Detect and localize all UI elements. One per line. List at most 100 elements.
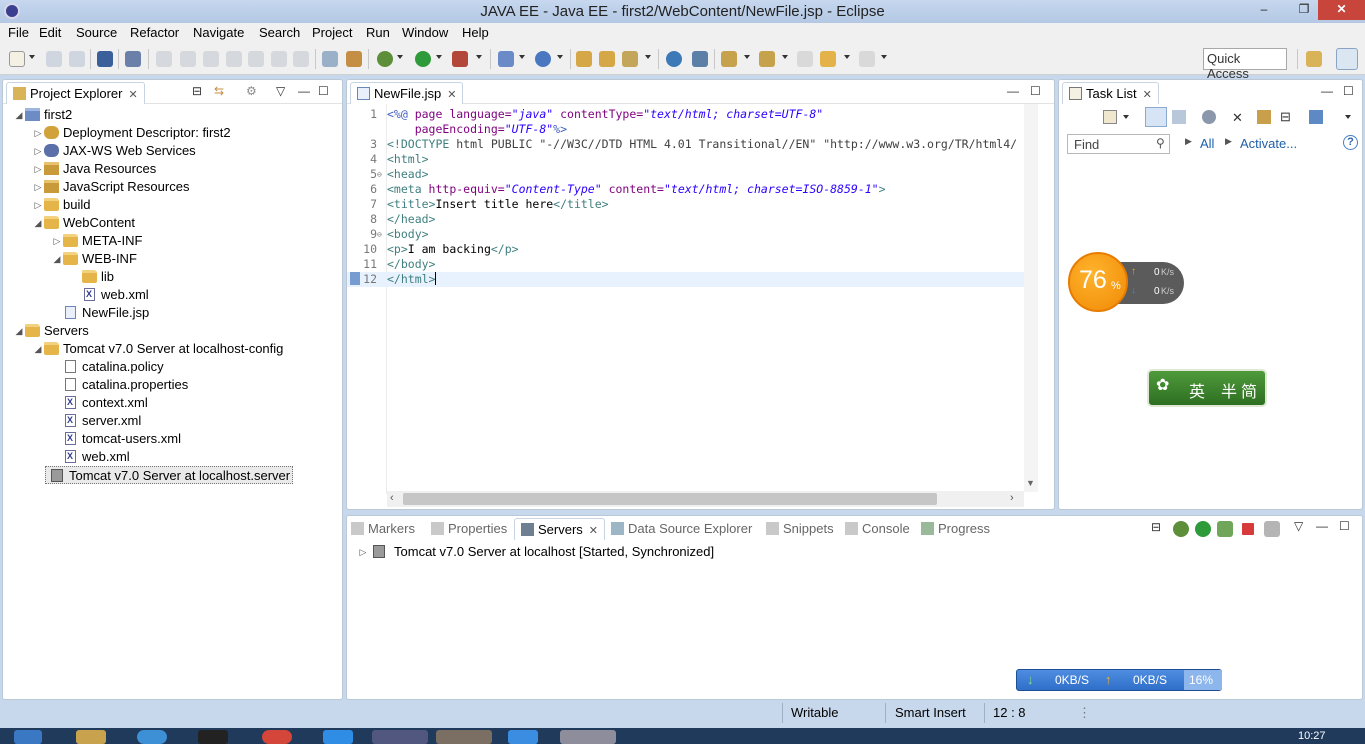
step-return-icon[interactable] xyxy=(293,51,309,67)
help-icon[interactable]: ? xyxy=(1343,135,1358,150)
tree-item[interactable]: ◢ Tomcat v7.0 Server at localhost-config xyxy=(32,340,284,358)
new-task-dropdown-icon[interactable] xyxy=(1123,115,1129,119)
debug-dropdown-icon[interactable] xyxy=(397,55,403,59)
step-over-icon[interactable] xyxy=(271,51,287,67)
code-line[interactable]: 1 <%@ page language="java" contentType="t… xyxy=(347,107,1027,122)
all-link[interactable]: All xyxy=(1200,136,1214,151)
run-external-tools-icon[interactable] xyxy=(452,51,468,67)
quick-access-input[interactable]: Quick Access xyxy=(1203,48,1287,81)
profile-server-icon[interactable] xyxy=(1217,521,1233,537)
menu-edit[interactable]: Edit xyxy=(39,25,61,40)
expand-arrow-icon[interactable]: ◢ xyxy=(13,322,25,340)
presentation-icon[interactable] xyxy=(1309,110,1323,124)
new-project-dropdown-icon[interactable] xyxy=(519,55,525,59)
ime-width[interactable]: 半 xyxy=(1221,378,1237,402)
open-perspective-icon[interactable] xyxy=(1306,51,1322,67)
menu-project[interactable]: Project xyxy=(312,25,352,40)
tree-item[interactable]: web.xml xyxy=(70,285,149,304)
scroll-left-icon[interactable]: ‹ xyxy=(390,492,394,504)
new-icon[interactable] xyxy=(9,51,25,67)
skip-breakpoints-icon[interactable] xyxy=(125,51,141,67)
expand-arrow-icon[interactable]: ◢ xyxy=(32,340,44,358)
close-tab-icon[interactable]: ✕ xyxy=(128,89,137,101)
app-taskbar-icon[interactable] xyxy=(137,730,167,744)
maximize-view-icon[interactable]: ☐ xyxy=(1030,84,1041,98)
java-ee-perspective-icon[interactable] xyxy=(1336,48,1358,70)
external-tools-dropdown-icon[interactable] xyxy=(476,55,482,59)
forward-icon[interactable] xyxy=(859,51,875,67)
menu-refactor[interactable]: Refactor xyxy=(130,25,179,40)
run-dropdown-icon[interactable] xyxy=(436,55,442,59)
tree-item[interactable]: ◢ Servers xyxy=(13,322,89,340)
code-line[interactable]: 5 ⊖ <head> xyxy=(347,167,1027,182)
back-icon[interactable] xyxy=(820,51,836,67)
scheduled-icon[interactable] xyxy=(1172,110,1186,124)
tab-task-list[interactable]: Task List ✕ xyxy=(1062,82,1159,104)
ime-lang[interactable]: 英 xyxy=(1189,378,1205,402)
app3-taskbar-icon[interactable] xyxy=(436,730,492,744)
previous-annotation-dropdown-icon[interactable] xyxy=(782,55,788,59)
tree-item[interactable]: tomcat-users.xml xyxy=(51,429,181,448)
open-task-icon[interactable] xyxy=(599,51,615,67)
expand-arrow-icon[interactable]: ▷ xyxy=(32,124,44,142)
open-type-icon[interactable] xyxy=(576,51,592,67)
save-icon[interactable] xyxy=(46,51,62,67)
maximize-view-icon[interactable]: ☐ xyxy=(1339,519,1350,533)
synchronize-icon[interactable] xyxy=(1257,110,1271,124)
eclipse-taskbar-icon[interactable] xyxy=(372,730,428,744)
tree-item[interactable]: ◢ WebContent xyxy=(32,214,136,232)
minimize-view-icon[interactable]: — xyxy=(1007,84,1019,98)
fold-toggle-icon[interactable]: ⊖ xyxy=(377,167,382,182)
minimize-view-icon[interactable]: — xyxy=(1316,519,1328,533)
tab-newfile-jsp[interactable]: NewFile.jsp ✕ xyxy=(350,82,464,104)
tab-properties[interactable]: Properties xyxy=(431,521,507,536)
tree-item[interactable]: ▷ build xyxy=(32,196,91,214)
previous-annotation-icon[interactable] xyxy=(759,51,775,67)
toggle-mark-occurrences-icon[interactable] xyxy=(692,51,708,67)
code-line[interactable]: pageEncoding="UTF-8"%> xyxy=(347,122,1027,137)
find-input[interactable]: Find ⚲ xyxy=(1067,134,1170,154)
code-line[interactable]: 10 <p>I am backing</p> xyxy=(347,242,1027,257)
view-menu-icon[interactable]: ▽ xyxy=(276,84,285,98)
new-class-dropdown-icon[interactable] xyxy=(557,55,563,59)
new-class-icon[interactable] xyxy=(535,51,551,67)
server-row[interactable]: ▷ Tomcat v7.0 Server at localhost [Start… xyxy=(357,543,715,561)
tab-snippets[interactable]: Snippets xyxy=(766,521,834,536)
search-dropdown-icon[interactable] xyxy=(645,55,651,59)
code-area[interactable]: 1 <%@ page language="java" contentType="t… xyxy=(347,107,1027,487)
close-button[interactable]: ✕ xyxy=(1318,0,1365,20)
focus-on-workweek-icon[interactable] xyxy=(1202,110,1216,124)
tab-data-source-explorer[interactable]: Data Source Explorer xyxy=(611,521,752,536)
tree-item[interactable]: web.xml xyxy=(51,447,130,466)
suspend-icon[interactable] xyxy=(180,51,196,67)
tree-item[interactable]: ◢ first2 xyxy=(13,106,73,124)
ime-toolbar[interactable]: ✿ 英 半 简 xyxy=(1147,369,1267,407)
ime-simplified[interactable]: 简 xyxy=(1241,378,1257,402)
activate-link[interactable]: Activate... xyxy=(1240,136,1297,151)
menu-source[interactable]: Source xyxy=(76,25,117,40)
code-line[interactable]: 6 <meta http-equiv="Content-Type" content… xyxy=(347,182,1027,197)
cmd-taskbar-icon[interactable] xyxy=(198,730,228,744)
new-java-project-icon[interactable] xyxy=(498,51,514,67)
tree-item[interactable]: lib xyxy=(70,268,114,286)
link-with-editor-icon[interactable]: ⇆ xyxy=(214,84,224,98)
publish-server-icon[interactable] xyxy=(1264,521,1280,537)
tree-item-selected[interactable]: Tomcat v7.0 Server at localhost.server xyxy=(45,466,294,484)
minimize-button[interactable]: – xyxy=(1250,0,1278,20)
code-line[interactable]: 11 </body> xyxy=(347,257,1027,272)
menu-file[interactable]: File xyxy=(8,25,29,40)
code-line[interactable]: 9 ⊖ <body> xyxy=(347,227,1027,242)
scroll-down-icon[interactable]: ▼ xyxy=(1026,478,1035,488)
status-insert-mode[interactable]: Smart Insert xyxy=(895,705,966,720)
expand-arrow-icon[interactable]: ▷ xyxy=(32,142,44,160)
maximize-button[interactable]: ❐ xyxy=(1290,0,1318,20)
collapse-all-icon[interactable]: ⊟ xyxy=(1151,520,1161,534)
scroll-right-icon[interactable]: › xyxy=(1010,492,1014,504)
menu-run[interactable]: Run xyxy=(366,25,390,40)
search-icon[interactable]: ⚲ xyxy=(1156,136,1165,150)
expand-arrow-icon[interactable]: ▷ xyxy=(51,232,63,250)
tree-item[interactable]: ▷ JAX-WS Web Services xyxy=(32,142,196,160)
last-edit-location-icon[interactable] xyxy=(797,51,813,67)
network-speed-widget[interactable]: 76 % ↑ ↓ 0 K/s 0 K/s xyxy=(1068,252,1186,312)
menu-window[interactable]: Window xyxy=(402,25,448,40)
